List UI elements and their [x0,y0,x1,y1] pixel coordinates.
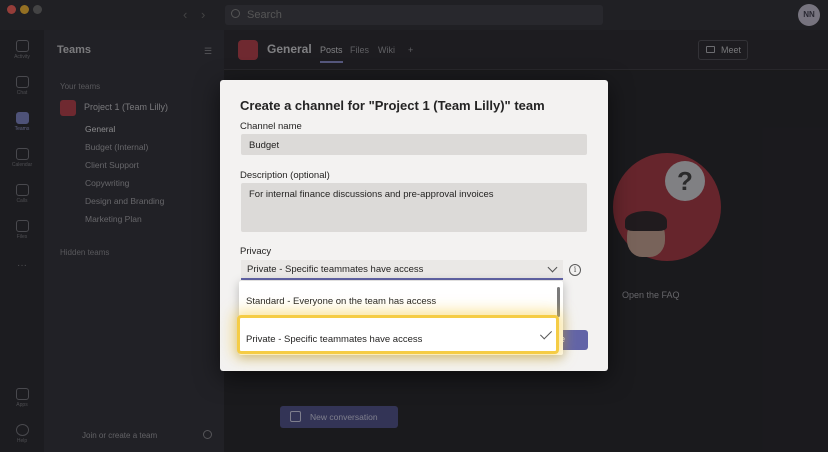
option-standard[interactable]: Standard - Everyone on the team has acce… [239,296,555,312]
dropdown-scrollbar[interactable] [557,287,560,317]
description-field[interactable]: For internal finance discussions and pre… [241,183,587,232]
selection-highlight [237,315,559,354]
channel-name-label: Channel name [240,121,302,132]
chevron-down-icon [547,262,558,273]
description-label: Description (optional) [240,170,330,181]
privacy-selected-value: Private - Specific teammates have access [247,264,424,275]
info-icon[interactable]: i [569,264,581,276]
privacy-label: Privacy [240,246,272,257]
dialog-title: Create a channel for "Project 1 (Team Li… [240,98,545,113]
privacy-select[interactable]: Private - Specific teammates have access [241,260,563,280]
channel-name-field[interactable]: Budget [241,134,587,155]
